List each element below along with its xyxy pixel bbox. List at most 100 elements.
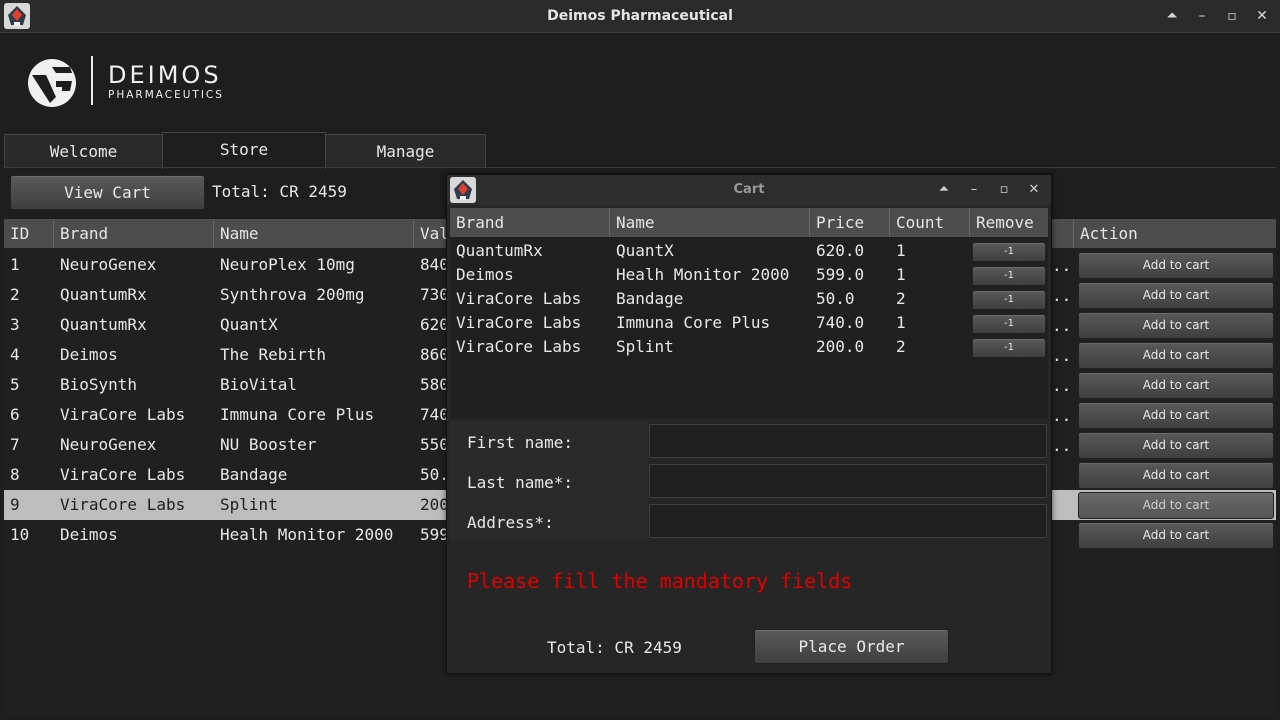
cart-row[interactable]: Deimos Healh Monitor 2000 599.0 1 -1 bbox=[450, 263, 1048, 287]
cart-titlebar[interactable]: Cart ⏶ – ▫ ✕ bbox=[447, 175, 1051, 205]
add-to-cart-button[interactable]: Add to cart bbox=[1078, 312, 1274, 339]
cart-cell-name: Bandage bbox=[616, 289, 684, 308]
cell-id: 9 bbox=[10, 495, 20, 514]
add-to-cart-button[interactable]: Add to cart bbox=[1078, 342, 1274, 369]
place-order-button[interactable]: Place Order bbox=[754, 629, 949, 664]
add-to-cart-button[interactable]: Add to cart bbox=[1078, 252, 1274, 279]
cell-name: NeuroPlex 10mg bbox=[220, 255, 355, 274]
cart-column-brand[interactable]: Brand bbox=[450, 208, 610, 237]
add-to-cart-button[interactable]: Add to cart bbox=[1078, 432, 1274, 459]
cart-cell-price: 599.0 bbox=[816, 265, 865, 284]
cart-column-remove[interactable]: Remove bbox=[970, 208, 1048, 237]
cart-column-count[interactable]: Count bbox=[890, 208, 970, 237]
chevron-up-icon[interactable]: ⏶ bbox=[934, 179, 954, 201]
maximize-icon[interactable]: ▫ bbox=[1221, 5, 1243, 27]
column-header-id[interactable]: ID bbox=[4, 219, 54, 248]
cell-id: 10 bbox=[10, 525, 30, 544]
company-logo: DEIMOS PHARMACEUTICS bbox=[26, 55, 246, 110]
cell-name: NU Booster bbox=[220, 435, 317, 454]
add-to-cart-button[interactable]: Add to cart bbox=[1078, 372, 1274, 399]
chevron-up-icon[interactable]: ⏶ bbox=[1161, 5, 1183, 27]
truncated-cell-ellipsis: .. bbox=[1052, 376, 1072, 395]
cell-name: Bandage bbox=[220, 465, 288, 484]
close-icon[interactable]: ✕ bbox=[1024, 179, 1044, 201]
add-to-cart-button[interactable]: Add to cart bbox=[1078, 492, 1274, 519]
cart-total: Total: CR 2459 bbox=[547, 638, 682, 657]
validation-error-message: Please fill the mandatory fields bbox=[467, 569, 853, 593]
add-to-cart-button[interactable]: Add to cart bbox=[1078, 462, 1274, 489]
remove-one-button[interactable]: -1 bbox=[972, 314, 1046, 334]
cell-id: 5 bbox=[10, 375, 20, 394]
cell-name: Synthrova 200mg bbox=[220, 285, 365, 304]
close-icon[interactable]: ✕ bbox=[1251, 5, 1273, 27]
cell-name: Splint bbox=[220, 495, 278, 514]
add-to-cart-button[interactable]: Add to cart bbox=[1078, 522, 1274, 549]
tab-store[interactable]: Store bbox=[162, 132, 326, 169]
cart-cell-name: QuantX bbox=[616, 241, 674, 260]
cart-column-name[interactable]: Name bbox=[610, 208, 810, 237]
cell-brand: ViraCore Labs bbox=[60, 465, 186, 484]
cell-brand: Deimos bbox=[60, 345, 118, 364]
cart-table: Brand Name Price Count Remove QuantumRx … bbox=[450, 208, 1048, 418]
cart-cell-brand: ViraCore Labs bbox=[456, 313, 582, 332]
tab-manage[interactable]: Manage bbox=[325, 134, 486, 168]
logo-subtitle: PHARMACEUTICS bbox=[108, 89, 224, 101]
first-name-label: First name: bbox=[467, 433, 573, 452]
cart-title: Cart bbox=[733, 182, 765, 197]
cell-id: 2 bbox=[10, 285, 20, 304]
address-field[interactable] bbox=[649, 504, 1047, 538]
truncated-cell-ellipsis: .. bbox=[1052, 286, 1072, 305]
cart-cell-name: Healh Monitor 2000 bbox=[616, 265, 790, 284]
cart-cell-brand: Deimos bbox=[456, 265, 514, 284]
maximize-icon[interactable]: ▫ bbox=[994, 179, 1014, 201]
remove-one-button[interactable]: -1 bbox=[972, 242, 1046, 262]
cart-cell-price: 620.0 bbox=[816, 241, 865, 260]
cell-id: 1 bbox=[10, 255, 20, 274]
column-header-brand[interactable]: Brand bbox=[54, 219, 214, 248]
cart-row[interactable]: ViraCore Labs Splint 200.0 2 -1 bbox=[450, 335, 1048, 359]
add-to-cart-button[interactable]: Add to cart bbox=[1078, 282, 1274, 309]
truncated-cell-ellipsis: .. bbox=[1052, 436, 1072, 455]
cell-brand: QuantumRx bbox=[60, 285, 147, 304]
cell-name: Immuna Core Plus bbox=[220, 405, 375, 424]
cell-id: 8 bbox=[10, 465, 20, 484]
cart-cell-price: 200.0 bbox=[816, 337, 865, 356]
last-name-field[interactable] bbox=[649, 464, 1047, 498]
cart-cell-count: 1 bbox=[896, 241, 906, 260]
window-titlebar: Deimos Pharmaceutical ⏶ – ▫ ✕ bbox=[0, 0, 1280, 33]
cart-cell-price: 740.0 bbox=[816, 313, 865, 332]
view-cart-button[interactable]: View Cart bbox=[10, 175, 205, 210]
window-title: Deimos Pharmaceutical bbox=[547, 8, 733, 24]
cell-brand: ViraCore Labs bbox=[60, 495, 186, 514]
logo-divider bbox=[91, 56, 93, 105]
cell-brand: Deimos bbox=[60, 525, 118, 544]
cart-row[interactable]: ViraCore Labs Bandage 50.0 2 -1 bbox=[450, 287, 1048, 311]
cart-cell-name: Immuna Core Plus bbox=[616, 313, 771, 332]
truncated-cell-ellipsis: .. bbox=[1052, 406, 1072, 425]
store-total: Total: CR 2459 bbox=[212, 182, 347, 201]
minimize-icon[interactable]: – bbox=[964, 179, 984, 201]
truncated-cell-ellipsis: .. bbox=[1052, 316, 1072, 335]
cart-dialog: Cart ⏶ – ▫ ✕ Brand Name Price Count Remo… bbox=[446, 174, 1052, 674]
remove-one-button[interactable]: -1 bbox=[972, 266, 1046, 286]
cart-cell-count: 2 bbox=[896, 337, 906, 356]
tab-welcome[interactable]: Welcome bbox=[4, 134, 163, 168]
add-to-cart-button[interactable]: Add to cart bbox=[1078, 402, 1274, 429]
last-name-label: Last name*: bbox=[467, 473, 573, 492]
cell-brand: NeuroGenex bbox=[60, 435, 157, 454]
tab-panel-border bbox=[4, 167, 1276, 168]
cell-brand: ViraCore Labs bbox=[60, 405, 186, 424]
column-header-name[interactable]: Name bbox=[214, 219, 414, 248]
minimize-icon[interactable]: – bbox=[1191, 5, 1213, 27]
cart-cell-price: 50.0 bbox=[816, 289, 855, 308]
cart-cell-brand: ViraCore Labs bbox=[456, 337, 582, 356]
cart-column-price[interactable]: Price bbox=[810, 208, 890, 237]
cell-id: 7 bbox=[10, 435, 20, 454]
remove-one-button[interactable]: -1 bbox=[972, 338, 1046, 358]
column-header-action[interactable]: Action bbox=[1074, 219, 1276, 248]
cart-row[interactable]: ViraCore Labs Immuna Core Plus 740.0 1 -… bbox=[450, 311, 1048, 335]
cart-row[interactable]: QuantumRx QuantX 620.0 1 -1 bbox=[450, 239, 1048, 263]
first-name-field[interactable] bbox=[649, 424, 1047, 458]
remove-one-button[interactable]: -1 bbox=[972, 290, 1046, 310]
cell-brand: QuantumRx bbox=[60, 315, 147, 334]
